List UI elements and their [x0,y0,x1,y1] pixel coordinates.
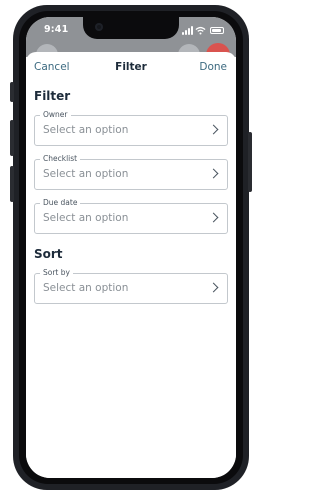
checklist-select[interactable]: Checklist Select an option [34,153,228,190]
checklist-field-value: Select an option [43,168,129,180]
sort-by-select[interactable]: Sort by Select an option [34,267,228,304]
checklist-field-label: Checklist [40,153,81,165]
signal-icon [182,26,194,35]
due-date-field-value: Select an option [43,212,129,224]
silent-switch [10,82,14,102]
done-button[interactable]: Done [199,61,227,73]
owner-field-label: Owner [40,109,71,121]
wifi-icon [195,26,206,35]
phone-screen: 9:41 Cancel Filter Done Filter Owner Sel… [26,17,236,478]
status-bar: 9:41 [26,17,236,45]
volume-up-button [10,120,14,156]
filter-sheet: Cancel Filter Done Filter Owner Select a… [26,52,236,478]
sort-heading: Sort [34,247,63,261]
notch [83,17,179,39]
battery-icon [210,27,224,34]
due-date-select[interactable]: Due date Select an option [34,197,228,234]
owner-select[interactable]: Owner Select an option [34,109,228,146]
camera-icon [95,23,103,31]
sort-by-field-label: Sort by [40,267,73,279]
status-time: 9:41 [44,24,69,35]
power-button [248,132,252,192]
chevron-right-icon [208,282,219,293]
owner-field-value: Select an option [43,124,129,136]
chevron-right-icon [208,168,219,179]
sort-by-field-value: Select an option [43,282,129,294]
volume-down-button [10,166,14,202]
chevron-right-icon [208,124,219,135]
due-date-field-label: Due date [40,197,81,209]
chevron-right-icon [208,212,219,223]
filter-heading: Filter [34,89,71,103]
sheet-header: Cancel Filter Done [26,52,236,80]
